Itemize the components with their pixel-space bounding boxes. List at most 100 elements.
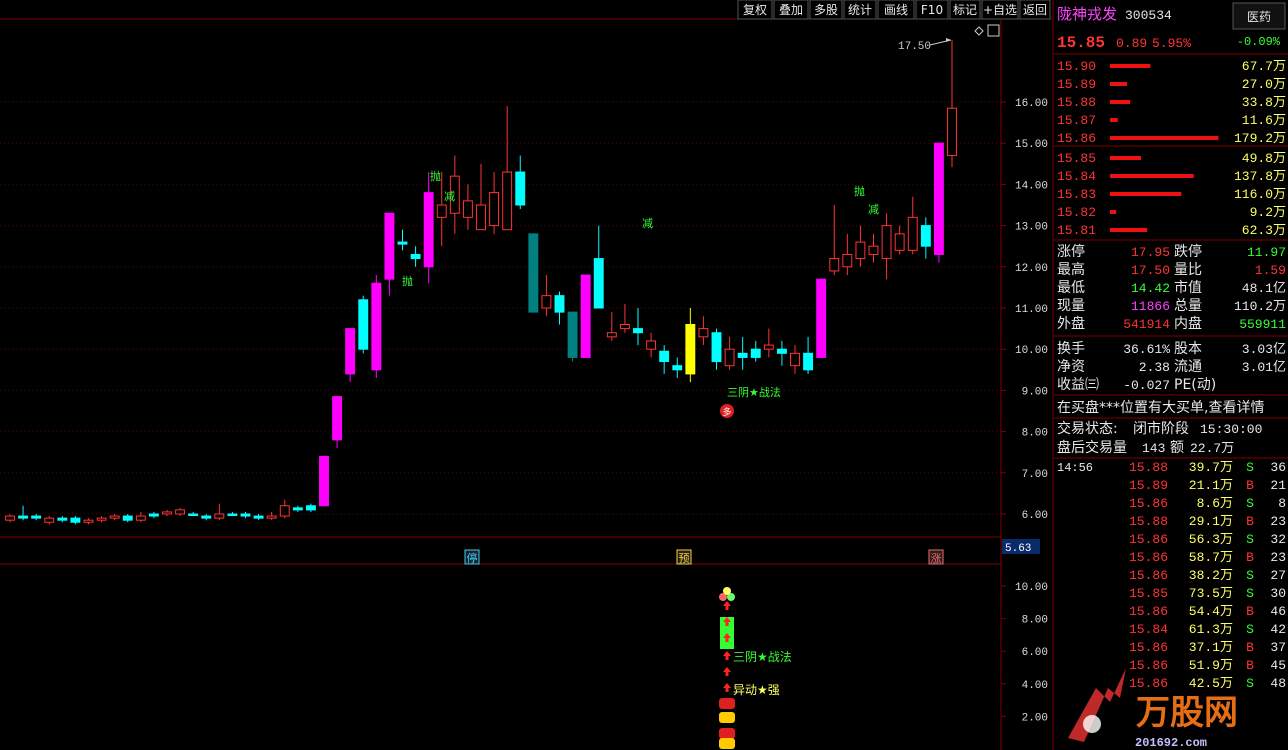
candle[interactable] [109,514,120,521]
candle[interactable] [776,340,787,366]
candle[interactable] [175,507,186,517]
candle[interactable] [868,233,879,263]
event-marker[interactable]: 预 [679,552,690,565]
sell-order-row[interactable]: 15.87 11.6万 [1057,113,1286,128]
candle[interactable] [358,295,369,354]
candle[interactable] [724,336,735,370]
candle[interactable] [633,308,643,346]
candle[interactable] [122,514,133,523]
candle[interactable] [279,499,290,519]
candle[interactable] [672,357,683,379]
tick-row[interactable]: 15.86 51.9万 B 45 [1129,658,1286,673]
candle[interactable] [816,278,827,358]
candle[interactable] [423,172,434,284]
candle[interactable] [436,172,447,247]
candle[interactable] [606,312,617,341]
candle[interactable] [332,396,343,449]
toolbar-button-3[interactable]: 统计 [843,0,877,20]
buy-order-row[interactable]: 15.85 49.8万 [1057,151,1286,166]
tick-row[interactable]: 15.86 42.5万 S 48 [1129,676,1286,691]
candle[interactable] [763,328,774,358]
buy-order-row[interactable]: 15.83 116.0万 [1057,187,1286,202]
candle[interactable] [345,328,356,383]
candle[interactable] [894,225,905,255]
candle[interactable] [790,345,800,374]
candle[interactable] [685,308,696,383]
candle[interactable] [646,332,657,358]
buy-order-row[interactable]: 15.81 62.3万 [1057,223,1286,238]
candle[interactable] [567,311,578,362]
sell-order-row[interactable]: 15.88 33.8万 [1057,95,1286,110]
candle[interactable] [659,345,670,374]
toolbar-button-7[interactable]: +自选 [981,0,1019,20]
event-marker[interactable]: 涨 [931,552,942,565]
candle[interactable] [528,233,539,313]
tick-row[interactable]: 15.86 38.2万 S 27 [1129,568,1286,583]
candle[interactable] [907,196,918,255]
candle[interactable] [462,184,473,230]
candle[interactable] [580,274,591,358]
tick-row[interactable]: 15.88 29.1万 B 23 [1129,514,1286,529]
big-order-notice[interactable]: 在买盘***位置有大买单,查看详情 [1057,399,1264,416]
tick-row[interactable]: 14:56 15.88 39.7万 S 36 [1057,460,1286,475]
toolbar-button-1[interactable]: 叠加 [773,0,809,20]
candle[interactable] [227,511,238,517]
sell-order-row[interactable]: 15.90 67.7万 [1057,59,1286,74]
tick-row[interactable]: 15.86 58.7万 B 23 [1129,550,1286,565]
tick-row[interactable]: 15.86 8.6万 S 8 [1129,496,1286,511]
candle[interactable] [371,275,382,379]
candle[interactable] [31,514,42,521]
candle[interactable] [947,40,957,168]
tick-row[interactable]: 15.89 21.1万 B 21 [1129,478,1286,493]
candle[interactable] [502,106,513,231]
candle[interactable] [253,514,264,521]
sell-order-row[interactable]: 15.86 179.2万 [1057,131,1286,146]
candle[interactable] [881,213,892,280]
candle[interactable] [319,455,329,507]
candle[interactable] [476,163,486,231]
candle[interactable] [384,212,395,296]
toolbar-button-6[interactable]: 标记 [949,0,981,20]
event-marker[interactable]: 停 [467,551,478,565]
toolbar-button-4[interactable]: 画线 [877,0,915,20]
candle[interactable] [292,505,303,512]
tick-row[interactable]: 15.85 73.5万 S 30 [1129,586,1286,601]
candle[interactable] [698,316,709,346]
candle[interactable] [44,516,55,525]
tick-row[interactable]: 15.86 37.1万 B 37 [1129,640,1286,655]
candle[interactable] [148,511,159,519]
candle[interactable] [829,205,840,276]
tick-row[interactable]: 15.86 54.4万 B 46 [1129,604,1286,619]
candle[interactable] [57,516,68,523]
candle[interactable] [18,505,29,521]
buy-order-row[interactable]: 15.82 9.2万 [1057,205,1286,220]
candle[interactable] [842,233,853,276]
buy-order-row[interactable]: 15.84 137.8万 [1057,169,1286,184]
toolbar-button-2[interactable]: 多股 [809,0,843,20]
toolbar-button-5[interactable]: F10 [915,0,949,20]
candle[interactable] [188,511,199,517]
candle[interactable] [489,172,500,234]
toolbar-button-8[interactable]: 返回 [1019,0,1051,20]
candle[interactable] [803,336,814,374]
candle[interactable] [855,225,866,267]
candle[interactable] [214,503,225,521]
candle[interactable] [83,518,94,525]
sell-order-row[interactable]: 15.89 27.0万 [1057,77,1286,92]
candle[interactable] [515,155,526,210]
candle[interactable] [266,511,277,521]
candle[interactable] [162,509,172,517]
tick-row[interactable]: 15.86 56.3万 S 32 [1129,532,1286,547]
candle[interactable] [541,275,552,317]
candle[interactable] [135,511,146,523]
toolbar-button-0[interactable]: 复权 [737,0,773,20]
candle[interactable] [397,229,408,251]
candle[interactable] [96,516,107,523]
candlestick-chart[interactable]: 17.50 [5,38,957,525]
candle[interactable] [410,246,421,267]
candle[interactable] [593,225,604,309]
candle[interactable] [711,328,722,370]
candle[interactable] [933,142,944,263]
candle[interactable] [240,511,251,519]
tick-row[interactable]: 15.84 61.3万 S 42 [1129,622,1286,637]
